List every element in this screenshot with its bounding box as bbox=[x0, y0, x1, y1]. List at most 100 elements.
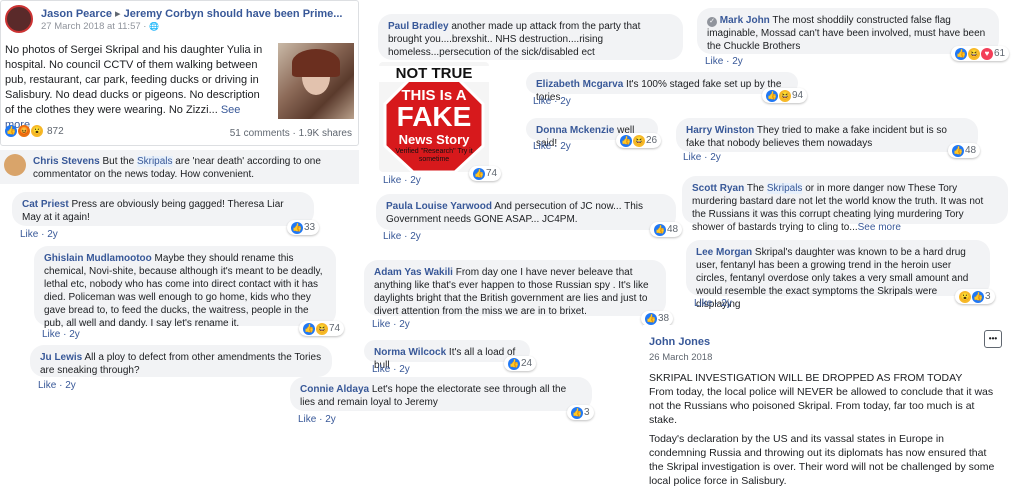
commenter-name[interactable]: Lee Morgan bbox=[696, 247, 752, 258]
comment-bubble: Ghislain Mudlamootoo Maybe they should r… bbox=[34, 246, 336, 329]
tag-skripals[interactable]: Skripals bbox=[766, 183, 803, 194]
reaction-badge[interactable]: 👍 😆 26 bbox=[616, 133, 662, 148]
comment-meta[interactable]: Like · 2y bbox=[38, 380, 76, 391]
comment-bubble: Cat Priest Press are obviously being gag… bbox=[12, 192, 314, 226]
post-photo[interactable] bbox=[278, 43, 354, 119]
commenter-name[interactable]: Paula Louise Yarwood bbox=[386, 201, 492, 212]
comment-meta[interactable]: Like · 2y bbox=[372, 319, 410, 330]
hair-shape bbox=[292, 49, 340, 77]
commenter-name[interactable]: Harry Winston bbox=[686, 125, 754, 136]
like-icon: 👍 bbox=[303, 322, 315, 335]
reaction-badge[interactable]: 👍 3 bbox=[567, 405, 594, 420]
comment-meta[interactable]: Like · 2y bbox=[298, 414, 336, 425]
reaction-count: 3 bbox=[584, 407, 590, 418]
commenter-name[interactable]: Adam Yas Wakili bbox=[374, 267, 453, 278]
comment-meta[interactable]: Like · 2y bbox=[533, 96, 571, 107]
reaction-badge[interactable]: 👍 48 bbox=[948, 143, 981, 158]
haha-icon: 😆 bbox=[316, 322, 328, 335]
commenter-name[interactable]: Paul Bradley bbox=[388, 21, 449, 32]
like-icon: 👍 bbox=[972, 290, 984, 303]
reaction-summary[interactable]: 👍 😡 😮 872 bbox=[5, 125, 64, 137]
reaction-badge[interactable]: 👍 33 bbox=[287, 220, 320, 235]
reaction-badge[interactable]: 👍 38 bbox=[641, 311, 674, 326]
like-icon: 👍 bbox=[5, 125, 17, 137]
like-icon: 👍 bbox=[291, 221, 303, 234]
chris-comment-row: Chris Stevens But the Skripals are 'near… bbox=[0, 150, 359, 184]
timestamp[interactable]: 27 March 2018 at 11:57 · bbox=[41, 21, 149, 32]
post-date: 27 March 2018 at 11:57 · 🌐 bbox=[41, 21, 159, 32]
reaction-count: 61 bbox=[994, 48, 1006, 59]
like-icon: 👍 bbox=[571, 406, 583, 419]
comment-meta[interactable]: Like · 2y bbox=[383, 231, 421, 242]
comment-bubble: Scott Ryan The Skripals or in more dange… bbox=[682, 176, 1008, 233]
comment-meta[interactable]: Like · 2y bbox=[383, 175, 421, 186]
comment-meta[interactable]: Like · 2y bbox=[705, 56, 743, 67]
like-icon: 👍 bbox=[766, 89, 778, 102]
commenter-name[interactable]: Donna Mckenzie bbox=[536, 125, 614, 136]
like-icon: 👍 bbox=[952, 144, 964, 157]
comments-shares[interactable]: 51 comments · 1.9K shares bbox=[230, 128, 352, 139]
reaction-badge[interactable]: 👍 😆 74 bbox=[299, 321, 345, 336]
commenter-name[interactable]: Connie Aldaya bbox=[300, 384, 369, 395]
haha-icon: 😆 bbox=[633, 134, 645, 147]
text-part: But the bbox=[99, 156, 137, 167]
verified-check-icon: ✓ bbox=[707, 17, 717, 27]
haha-icon: 😆 bbox=[779, 89, 791, 102]
avatar[interactable] bbox=[5, 5, 33, 33]
haha-icon: 😆 bbox=[968, 47, 980, 60]
post-headline: SKRIPAL INVESTIGATION WILL BE DROPPED AS… bbox=[649, 372, 963, 384]
commenter-name[interactable]: Ghislain Mudlamootoo bbox=[44, 253, 152, 264]
comment-meta[interactable]: Like · 2y bbox=[42, 329, 80, 340]
commenter-name[interactable]: Norma Wilcock bbox=[374, 347, 446, 358]
reaction-count: 38 bbox=[658, 313, 670, 324]
commenter-name[interactable]: Cat Priest bbox=[22, 199, 69, 210]
commenter-name[interactable]: Chris Stevens bbox=[33, 156, 100, 167]
commenter-name[interactable]: Elizabeth Mcgarva bbox=[536, 79, 623, 90]
post-body: No photos of Sergei Skripal and his daug… bbox=[5, 43, 267, 133]
commenter-name[interactable]: Mark John bbox=[720, 15, 770, 26]
group-link[interactable]: Jeremy Corbyn should have been Prime... bbox=[124, 8, 343, 20]
comment-meta[interactable]: Like · 2y bbox=[20, 229, 58, 240]
globe-icon: 🌐 bbox=[149, 22, 160, 31]
commenter-name[interactable]: Scott Ryan bbox=[692, 183, 744, 194]
reaction-badge[interactable]: 👍 😆 94 bbox=[762, 88, 808, 103]
reaction-count: 33 bbox=[304, 222, 316, 233]
wow-icon: 😮 bbox=[959, 290, 971, 303]
reaction-badge[interactable]: 👍 24 bbox=[504, 356, 537, 371]
commenter-name[interactable]: Ju Lewis bbox=[40, 352, 82, 363]
love-icon: ♥ bbox=[981, 47, 993, 60]
post-paragraph: Today's declaration by the US and its va… bbox=[649, 433, 995, 487]
comment-meta[interactable]: Like · 2y bbox=[683, 152, 721, 163]
post-paragraph: From today, the local police will NEVER … bbox=[649, 386, 994, 426]
tag-skripals[interactable]: Skripals bbox=[136, 156, 173, 167]
see-more-link[interactable]: See more bbox=[858, 222, 901, 233]
avatar[interactable] bbox=[4, 154, 26, 176]
reaction-count: 26 bbox=[646, 135, 658, 146]
reaction-count: 48 bbox=[965, 145, 977, 156]
comment-meta[interactable]: Like · 2y bbox=[533, 141, 571, 152]
author-link[interactable]: Jason Pearce bbox=[41, 8, 112, 20]
reaction-badge[interactable]: 👍 48 bbox=[650, 222, 683, 237]
john-post-card: John Jones 26 March 2018 ••• SKRIPAL INV… bbox=[643, 325, 1011, 487]
comment-bubble: Lee Morgan Skripal's daughter was known … bbox=[686, 240, 990, 310]
sign-small-text: Verified "Research" Try it sometime bbox=[395, 148, 473, 163]
more-options-icon[interactable]: ••• bbox=[984, 330, 1002, 348]
comment-meta[interactable]: Like · 2y bbox=[694, 298, 732, 309]
like-icon: 👍 bbox=[654, 223, 666, 236]
comment-bubble: Ju Lewis All a ploy to defect from other… bbox=[30, 345, 332, 377]
author-link[interactable]: John Jones bbox=[649, 336, 710, 348]
comment-text: Maybe they should rename this chemical, … bbox=[44, 253, 323, 329]
reaction-badge[interactable]: 👍 😆 ♥ 61 bbox=[951, 46, 1010, 61]
like-icon: 👍 bbox=[645, 312, 657, 325]
reaction-count: 74 bbox=[486, 168, 498, 179]
like-icon: 👍 bbox=[508, 357, 520, 370]
post-date[interactable]: 26 March 2018 bbox=[649, 352, 712, 363]
text-part: The bbox=[744, 183, 767, 194]
comment-meta[interactable]: Like · 2y bbox=[372, 364, 410, 375]
reaction-count: 94 bbox=[792, 90, 804, 101]
comment-bubble: Elizabeth Mcgarva It's 100% staged fake … bbox=[526, 72, 798, 103]
reaction-badge[interactable]: 👍 74 bbox=[469, 166, 502, 181]
arrow-icon: ▸ bbox=[115, 8, 121, 20]
reaction-badge[interactable]: 😮 👍 3 bbox=[955, 289, 995, 304]
fake-news-image[interactable]: NOT TRUE THIS Is A FAKE News Story Verif… bbox=[379, 62, 489, 172]
